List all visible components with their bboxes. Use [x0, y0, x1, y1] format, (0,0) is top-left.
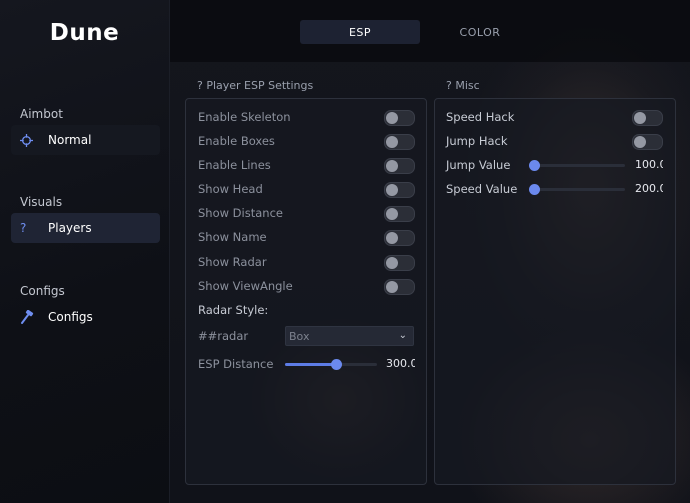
- sidebar-item-label: Configs: [48, 310, 93, 324]
- radar-style-label: Radar Style:: [198, 303, 269, 317]
- section-configs-label: Configs: [20, 284, 65, 298]
- toggle-label-show-distance: Show Distance: [198, 206, 283, 220]
- toggle-jump-hack[interactable]: [632, 134, 663, 150]
- toggle-label-jump-hack: Jump Hack: [446, 134, 508, 148]
- hammer-icon: [11, 310, 46, 324]
- jump-value-label: Jump Value: [446, 158, 511, 172]
- main-area: ESP COLOR ? Player ESP Settings Enable S…: [170, 0, 690, 503]
- jump-value-slider[interactable]: [534, 164, 625, 167]
- speed-value-value: 200.0: [635, 182, 663, 195]
- toggle-label-show-viewangle: Show ViewAngle: [198, 279, 293, 293]
- sidebar-item-players[interactable]: ? Players: [11, 213, 160, 243]
- toggle-enable-skeleton[interactable]: [384, 110, 415, 126]
- tab-bar: ESP COLOR: [170, 0, 690, 62]
- esp-distance-fill: [285, 363, 336, 366]
- toggle-enable-lines[interactable]: [384, 158, 415, 174]
- toggle-speed-hack[interactable]: [632, 110, 663, 126]
- sidebar-item-configs[interactable]: Configs: [11, 302, 160, 332]
- section-aimbot-label: Aimbot: [20, 107, 63, 121]
- sidebar-item-label: Normal: [48, 133, 92, 147]
- speed-value-label: Speed Value: [446, 182, 518, 196]
- section-visuals-label: Visuals: [20, 195, 63, 209]
- toggle-show-name[interactable]: [384, 230, 415, 246]
- toggle-label-show-radar: Show Radar: [198, 255, 267, 269]
- toggle-label-enable-skeleton: Enable Skeleton: [198, 110, 291, 124]
- app-logo: Dune: [49, 20, 120, 46]
- toggle-show-head[interactable]: [384, 182, 415, 198]
- misc-panel-title: ? Misc: [446, 79, 480, 92]
- unknown-glyph-icon: ?: [20, 221, 27, 235]
- esp-distance-knob[interactable]: [330, 359, 342, 370]
- toggle-show-distance[interactable]: [384, 206, 415, 222]
- toggle-show-viewangle[interactable]: [384, 279, 415, 295]
- esp-distance-value: 300.0: [386, 357, 415, 370]
- esp-panel-title: ? Player ESP Settings: [197, 79, 314, 92]
- radar-style-value: Box: [289, 329, 310, 343]
- crosshair-icon: [11, 133, 46, 147]
- speed-value-slider[interactable]: [534, 188, 625, 191]
- tab-color[interactable]: COLOR: [420, 20, 540, 44]
- esp-settings-panel: Enable Skeleton Enable Boxes Enable Line…: [185, 98, 427, 485]
- toggle-label-enable-boxes: Enable Boxes: [198, 134, 275, 148]
- toggle-show-radar[interactable]: [384, 255, 415, 271]
- jump-value-value: 100.0: [635, 158, 663, 171]
- sidebar-item-label: Players: [48, 221, 92, 235]
- chevron-down-icon: ⌄: [398, 330, 407, 341]
- radar-select-label: ##radar: [198, 329, 249, 343]
- toggle-label-enable-lines: Enable Lines: [198, 158, 271, 172]
- misc-panel: Speed Hack Jump Hack Jump Value 100.0 Sp…: [434, 98, 676, 485]
- toggle-label-show-head: Show Head: [198, 182, 263, 196]
- toggle-label-speed-hack: Speed Hack: [446, 110, 515, 124]
- radar-style-select[interactable]: Box ⌄: [285, 326, 414, 346]
- tab-esp[interactable]: ESP: [300, 20, 420, 44]
- esp-distance-label: ESP Distance: [198, 357, 274, 371]
- sidebar: Dune Aimbot Normal Visuals ? Players Con…: [0, 0, 170, 503]
- speed-value-knob[interactable]: [529, 184, 540, 195]
- toggle-enable-boxes[interactable]: [384, 134, 415, 150]
- jump-value-knob[interactable]: [529, 160, 540, 171]
- sidebar-item-normal[interactable]: Normal: [11, 125, 160, 155]
- toggle-label-show-name: Show Name: [198, 230, 267, 244]
